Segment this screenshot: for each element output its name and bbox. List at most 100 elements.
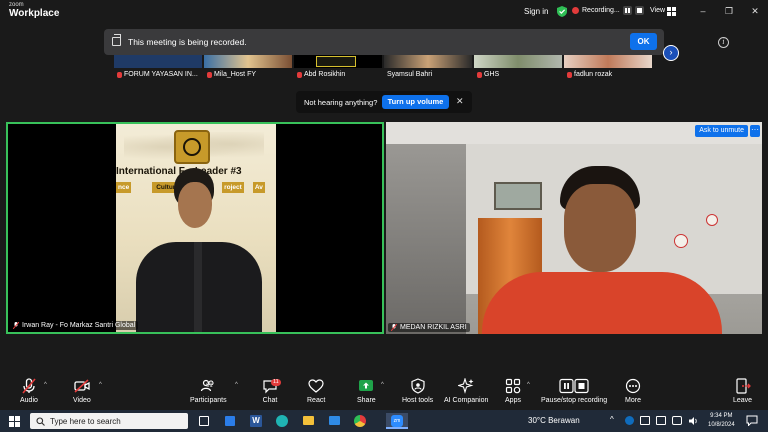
- tile-more-button[interactable]: ···: [750, 125, 760, 137]
- leave-button[interactable]: Leave: [733, 378, 752, 404]
- view-menu[interactable]: View: [650, 7, 665, 14]
- clock-date: 10/8/2024: [708, 422, 735, 428]
- muted-microphone-icon: [22, 378, 36, 394]
- apps-button[interactable]: Apps: [505, 378, 521, 404]
- network-icon[interactable]: [672, 416, 682, 425]
- tile-name-label: Irwan Ray - Fo Markaz Santri Global: [10, 321, 139, 330]
- participant-name: fadlun rozak: [567, 71, 612, 78]
- banner-tag: nce: [116, 182, 132, 193]
- search-placeholder: Type here to search: [50, 417, 121, 426]
- muted-mic-icon: [391, 324, 397, 331]
- apps-options-caret[interactable]: ^: [527, 382, 530, 388]
- info-icon[interactable]: i: [718, 37, 729, 48]
- audio-button[interactable]: Audio: [20, 378, 38, 404]
- participant-name: GHS: [477, 71, 499, 78]
- participants-button[interactable]: 61 Participants: [190, 378, 227, 404]
- recording-label: Recording...: [582, 7, 620, 14]
- video-tile-active-speaker[interactable]: International F... Leader #3 nce Culture…: [6, 122, 384, 334]
- audio-options-caret[interactable]: ^: [44, 382, 47, 388]
- participant-thumb[interactable]: FORUM YAYASAN IN...: [114, 55, 202, 79]
- video-options-caret[interactable]: ^: [99, 382, 102, 388]
- participant-name: Mila_Host FY: [207, 71, 256, 78]
- participant-thumb[interactable]: Abd Rosikhin: [294, 55, 382, 79]
- participant-video: [114, 55, 202, 68]
- participant-thumb[interactable]: fadlun rozak: [564, 55, 652, 79]
- heart-icon: [308, 379, 324, 393]
- sign-in-link[interactable]: Sign in: [524, 7, 548, 16]
- share-screen-icon: [359, 380, 374, 391]
- notification-text: This meeting is being recorded.: [128, 37, 247, 47]
- next-page-button[interactable]: ›: [663, 45, 679, 61]
- participant-video: [204, 55, 292, 68]
- shield-icon[interactable]: [557, 6, 567, 17]
- participant-video: [384, 55, 472, 68]
- ask-to-unmute-button[interactable]: Ask to unmute: [695, 125, 748, 137]
- banner-tag: roject: [222, 182, 244, 193]
- keyboard-icon[interactable]: [640, 416, 650, 425]
- ai-companion-button[interactable]: AI Companion: [444, 378, 488, 404]
- wall-picture: [494, 182, 542, 210]
- participant-strip: FORUM YAYASAN IN... Mila_Host FY Abd Ros…: [114, 55, 654, 79]
- edge-icon[interactable]: [274, 413, 290, 429]
- muted-mic-icon: [567, 71, 572, 78]
- video-button[interactable]: Video: [73, 378, 91, 404]
- participant-video: [564, 55, 652, 68]
- task-view-icon[interactable]: [196, 413, 212, 429]
- share-button[interactable]: Share: [357, 378, 376, 404]
- close-window-button[interactable]: ✕: [748, 5, 762, 17]
- muted-mic-icon: [117, 71, 122, 78]
- participants-count: 61: [206, 383, 213, 389]
- show-hidden-icons-caret[interactable]: ^: [610, 415, 614, 424]
- weather-widget[interactable]: 30°C Berawan: [528, 416, 580, 425]
- room-left-wall: [386, 144, 466, 334]
- share-options-caret[interactable]: ^: [381, 382, 384, 388]
- participant-video-feed: [386, 122, 762, 334]
- recording-dot-icon: [572, 7, 579, 14]
- banner-logo: [174, 130, 210, 164]
- participant-logo: [316, 56, 356, 67]
- recording-indicator[interactable]: Recording...: [572, 6, 644, 15]
- stop-recording-icon[interactable]: [634, 6, 644, 15]
- participant-thumb[interactable]: Syamsul Bahri: [384, 55, 472, 79]
- maximize-button[interactable]: ❐: [722, 5, 736, 17]
- participant-thumb[interactable]: GHS: [474, 55, 562, 79]
- ok-button[interactable]: OK: [630, 33, 657, 50]
- file-explorer-icon[interactable]: [300, 413, 316, 429]
- host-tools-button[interactable]: Host tools: [402, 378, 433, 404]
- banner-tag: Av: [252, 182, 265, 193]
- volume-icon[interactable]: [688, 416, 699, 426]
- taskbar-clock[interactable]: 9:34 PM 10/8/2024: [708, 412, 735, 430]
- onedrive-icon[interactable]: [625, 416, 634, 425]
- windows-start-icon[interactable]: [9, 416, 20, 427]
- person-shirt: [194, 242, 202, 332]
- muted-mic-icon: [207, 71, 212, 78]
- notifications-icon[interactable]: [746, 415, 758, 426]
- more-button[interactable]: More: [625, 378, 641, 404]
- close-prompt-button[interactable]: ✕: [456, 96, 464, 107]
- taskbar-search-box[interactable]: Type here to search: [30, 413, 188, 429]
- clock-time: 9:34 PM: [710, 413, 733, 419]
- chrome-icon[interactable]: [352, 413, 368, 429]
- person-face: [178, 182, 212, 228]
- battery-icon[interactable]: [656, 416, 666, 425]
- word-icon[interactable]: W: [248, 413, 264, 429]
- app-logo: zoom Workplace: [9, 2, 59, 19]
- apps-icon: [505, 378, 521, 394]
- chat-unread-badge: 11: [271, 379, 281, 386]
- turn-up-volume-button[interactable]: Turn up volume: [382, 95, 449, 109]
- pause-stop-recording-button[interactable]: Pause/stop recording: [541, 378, 607, 404]
- grid-view-icon[interactable]: [667, 7, 676, 16]
- windows-taskbar: Type here to search W zm 30°C Berawan ^ …: [0, 410, 768, 432]
- zoom-app-icon[interactable]: zm: [386, 413, 408, 429]
- video-off-icon: [74, 379, 90, 393]
- minimize-button[interactable]: –: [696, 5, 710, 17]
- chat-button[interactable]: 11 Chat: [262, 378, 281, 404]
- participants-options-caret[interactable]: ^: [235, 382, 238, 388]
- video-tile[interactable]: Ask to unmute ··· MEDAN RIZKIL ASRI: [386, 122, 762, 334]
- mail-icon[interactable]: [326, 413, 342, 429]
- participant-thumb[interactable]: Mila_Host FY: [204, 55, 292, 79]
- search-icon: [36, 417, 45, 426]
- pause-recording-icon[interactable]: [622, 6, 632, 15]
- microsoft-store-icon[interactable]: [222, 413, 238, 429]
- react-button[interactable]: React: [307, 378, 325, 404]
